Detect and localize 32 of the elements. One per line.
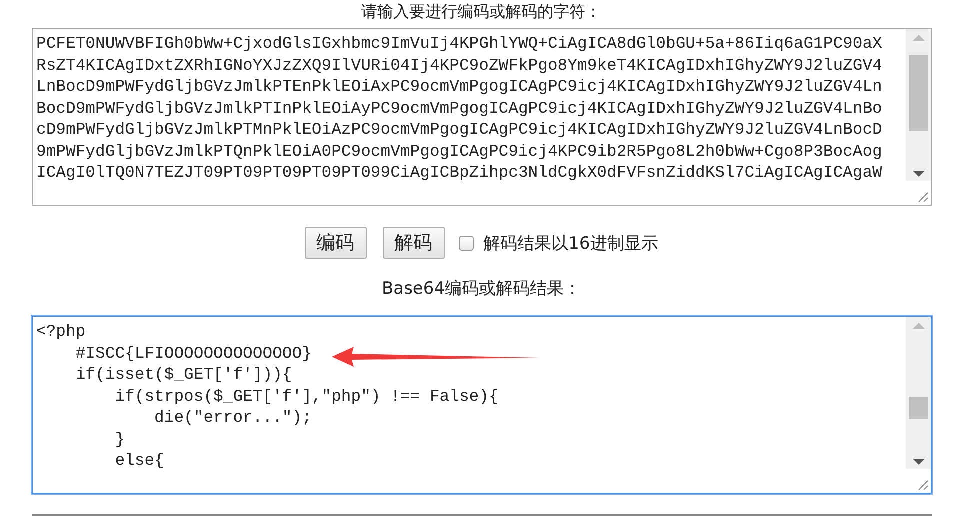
code-line: else{ bbox=[114, 450, 164, 472]
scroll-thumb[interactable] bbox=[908, 55, 928, 131]
code-line: } bbox=[114, 428, 126, 450]
scroll-thumb[interactable] bbox=[908, 397, 928, 419]
code-line: ICAgI0lTQ0N7TEZJT09PT09PT09PT09PT099CiAgICBpZihpc3NldCgkX0dFVFsnZiddKSl7CiAgICAgICAgaW bbox=[36, 162, 882, 184]
code-line: LnBocD9mPWFydGljbGVzJmlkPTEnPklEOiAxPC9ocmVmPgogICAgPC9icj4KICAgIDxhIGhyZWY9J2luZGV4Ln bbox=[36, 76, 882, 98]
code-line: RsZT4KICAgIDxtZXRhIGNoYXJzZXQ9IlVURi04Ij4KPC9oZWFkPgo8Ym9keT4KICAgIDxhIGhyZWY9J2luZGV4 bbox=[36, 54, 882, 76]
code-line: cD9mPWFydGljbGVzJmlkPTMnPklEOiAzPC9ocmVmPgogICAgPC9icj4KICAgIDxhIGhyZWY9J2luZGV4LnBocD bbox=[36, 119, 882, 140]
code-line: 9mPWFydGljbGVzJmlkPTQnPklEOiA0PC9ocmVmPgogICAgPC9icj4KPC9ib2R5Pgo8L2h0bWw+Cgo8P3BocAog bbox=[36, 140, 882, 162]
code-line: #ISCC{LFIOOOOOOOOOOOOOO} bbox=[74, 342, 312, 364]
code-line: <?php bbox=[36, 321, 86, 342]
scroll-up-icon[interactable] bbox=[912, 323, 924, 329]
action-button[interactable]: 解码 bbox=[382, 227, 445, 259]
scroll-down-icon[interactable] bbox=[912, 459, 924, 465]
scroll-up-icon[interactable] bbox=[912, 35, 924, 41]
code-line: PCFET0NUWVBFIGh0bWw+CjxodGlsIGxhbmc9ImVuIj4KPGhlYWQ+CiAgICA8dGl0bGU+5a+86Iiq6aG1PC90aX bbox=[36, 33, 882, 54]
scrollbar[interactable] bbox=[906, 317, 930, 469]
code-line: if(isset($_GET['f'])){ bbox=[74, 364, 292, 386]
hex-checkbox-label: 解码结果以16进制显示 bbox=[484, 232, 658, 254]
action-button[interactable]: 编码 bbox=[304, 227, 367, 259]
resize-grip-icon[interactable] bbox=[916, 191, 928, 203]
input-heading: 请输入要进行编码或解码的字符： bbox=[362, 2, 602, 22]
resize-grip-icon[interactable] bbox=[916, 479, 928, 491]
code-line: BocD9mPWFydGljbGVzJmlkPTInPklEOiAyPC9ocmVmPgogICAgPC9icj4KICAgIDxhIGhyZWY9J2luZGV4LnBo bbox=[36, 98, 882, 119]
result-heading: Base64编码或解码结果： bbox=[382, 278, 582, 300]
text-area[interactable] bbox=[32, 28, 932, 206]
scrollbar[interactable] bbox=[906, 29, 930, 181]
text-area[interactable]: <?php #ISCC{LFIOOOOOOOOOOOOOO} if(isset($_GET['f'])){ if(strpos($_GET['f'],"php") !== False){ die("error..."); } else{ bbox=[32, 316, 932, 494]
code-line: die("error..."); bbox=[154, 407, 312, 428]
scroll-down-icon[interactable] bbox=[912, 171, 924, 177]
code-line: if(strpos($_GET['f'],"php") !== False){ bbox=[114, 386, 499, 407]
hex-checkbox[interactable] bbox=[458, 236, 474, 250]
